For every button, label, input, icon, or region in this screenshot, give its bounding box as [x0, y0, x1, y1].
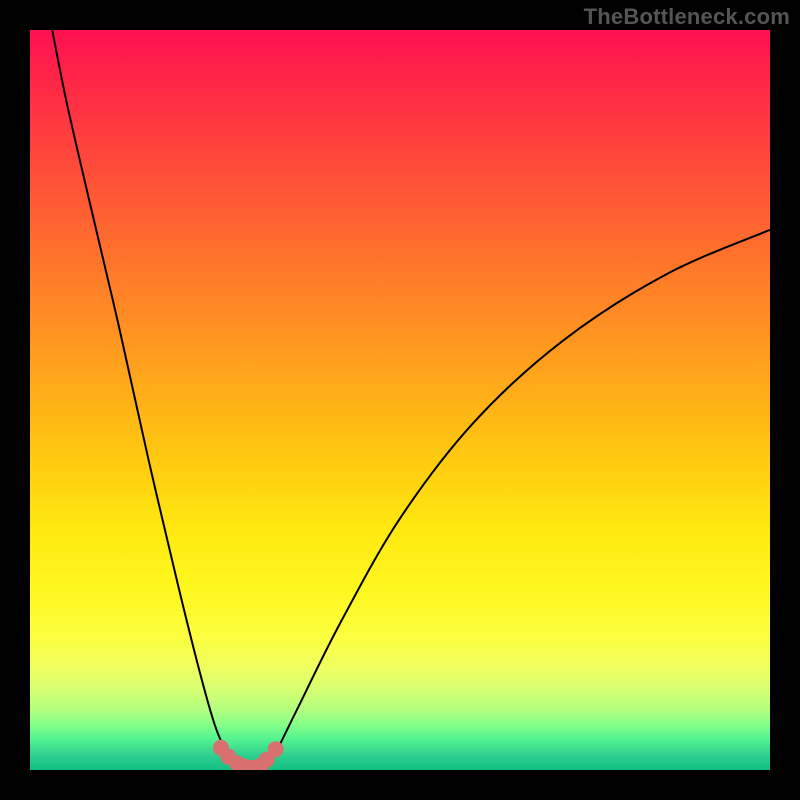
trough-dot [268, 741, 284, 757]
curve-left-path [52, 30, 239, 768]
bottleneck-curve [30, 30, 770, 770]
chart-frame: TheBottleneck.com [0, 0, 800, 800]
curve-right-path [263, 230, 770, 768]
watermark-text: TheBottleneck.com [584, 4, 790, 30]
plot-area [30, 30, 770, 770]
trough-markers [213, 740, 284, 770]
